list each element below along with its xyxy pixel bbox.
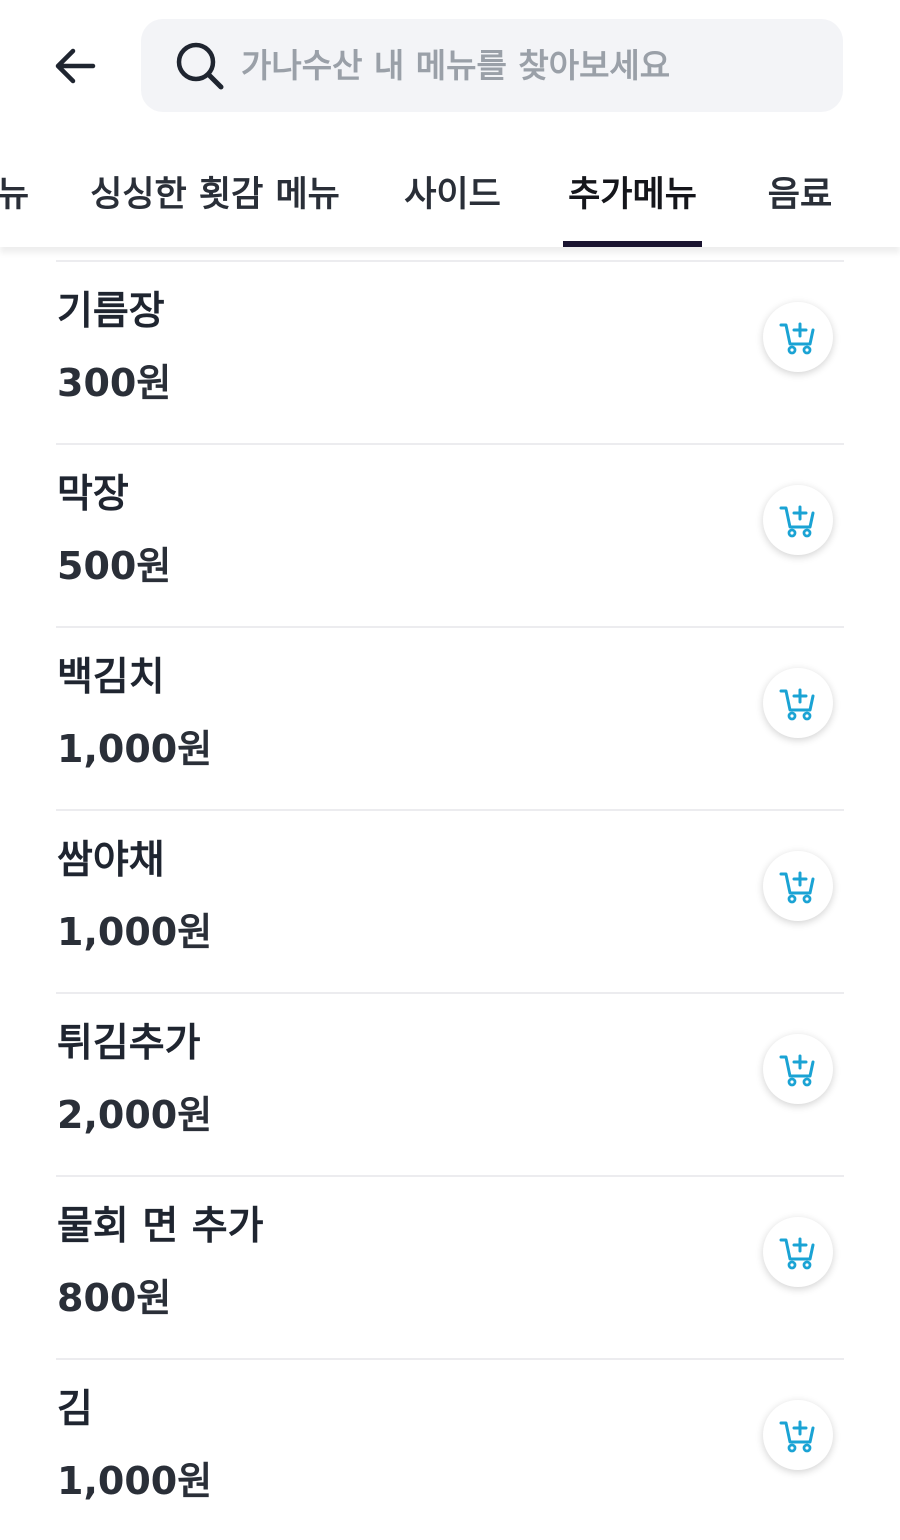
search-input[interactable] xyxy=(239,45,803,86)
cart-plus-icon xyxy=(779,1054,815,1087)
item-name: 기름장 xyxy=(57,289,165,334)
list-item[interactable]: 쌈야채 1,000원 xyxy=(56,809,844,992)
list-item[interactable]: 막장 500원 xyxy=(56,443,844,626)
cart-plus-icon xyxy=(779,322,815,355)
item-price: 1,000원 xyxy=(57,910,213,954)
search-bar[interactable] xyxy=(141,19,843,112)
list-item[interactable]: 김 1,000원 xyxy=(56,1358,844,1540)
item-price: 1,000원 xyxy=(57,1459,213,1503)
cart-plus-icon xyxy=(779,1420,815,1453)
cart-plus-icon xyxy=(779,871,815,904)
add-to-cart-button[interactable] xyxy=(763,1217,833,1287)
tab-side[interactable]: 사이드 xyxy=(400,135,505,247)
tab-extra-menu[interactable]: 추가메뉴 xyxy=(563,135,702,247)
add-to-cart-button[interactable] xyxy=(763,668,833,738)
cart-plus-icon xyxy=(779,505,815,538)
add-to-cart-button[interactable] xyxy=(763,302,833,372)
tab-drinks[interactable]: 음료 xyxy=(765,135,835,247)
category-tabs: 뉴 싱싱한 횟감 메뉴 사이드 추가메뉴 음료 xyxy=(0,135,900,247)
item-price: 500원 xyxy=(57,544,172,588)
back-button[interactable] xyxy=(40,30,110,102)
add-to-cart-button[interactable] xyxy=(763,851,833,921)
cart-plus-icon xyxy=(779,688,815,721)
item-price: 300원 xyxy=(57,361,172,405)
add-to-cart-button[interactable] xyxy=(763,1400,833,1470)
item-name: 쌈야채 xyxy=(57,838,165,883)
tab-fresh-sashimi-menu[interactable]: 싱싱한 횟감 메뉴 xyxy=(90,135,340,247)
tab-prev-menu[interactable]: 뉴 xyxy=(0,135,38,247)
item-name: 김 xyxy=(57,1387,93,1432)
item-price: 800원 xyxy=(57,1276,172,1320)
search-icon xyxy=(176,42,224,89)
item-name: 막장 xyxy=(57,472,129,517)
item-name: 백김치 xyxy=(57,655,165,700)
item-name: 튀김추가 xyxy=(57,1021,201,1066)
cart-plus-icon xyxy=(779,1237,815,1270)
list-item[interactable]: 기름장 300원 xyxy=(56,260,844,443)
menu-list: 기름장 300원 막장 500원 백김치 1,000원 쌈야채 1,000원 튀… xyxy=(0,247,900,1540)
add-to-cart-button[interactable] xyxy=(763,485,833,555)
arrow-left-icon xyxy=(55,48,96,84)
add-to-cart-button[interactable] xyxy=(763,1034,833,1104)
item-price: 2,000원 xyxy=(57,1093,213,1137)
list-item[interactable]: 튀김추가 2,000원 xyxy=(56,992,844,1175)
list-item[interactable]: 물회 면 추가 800원 xyxy=(56,1175,844,1358)
header xyxy=(0,0,900,135)
item-name: 물회 면 추가 xyxy=(57,1204,264,1249)
active-tab-indicator xyxy=(563,241,702,247)
item-price: 1,000원 xyxy=(57,727,213,771)
list-item[interactable]: 백김치 1,000원 xyxy=(56,626,844,809)
